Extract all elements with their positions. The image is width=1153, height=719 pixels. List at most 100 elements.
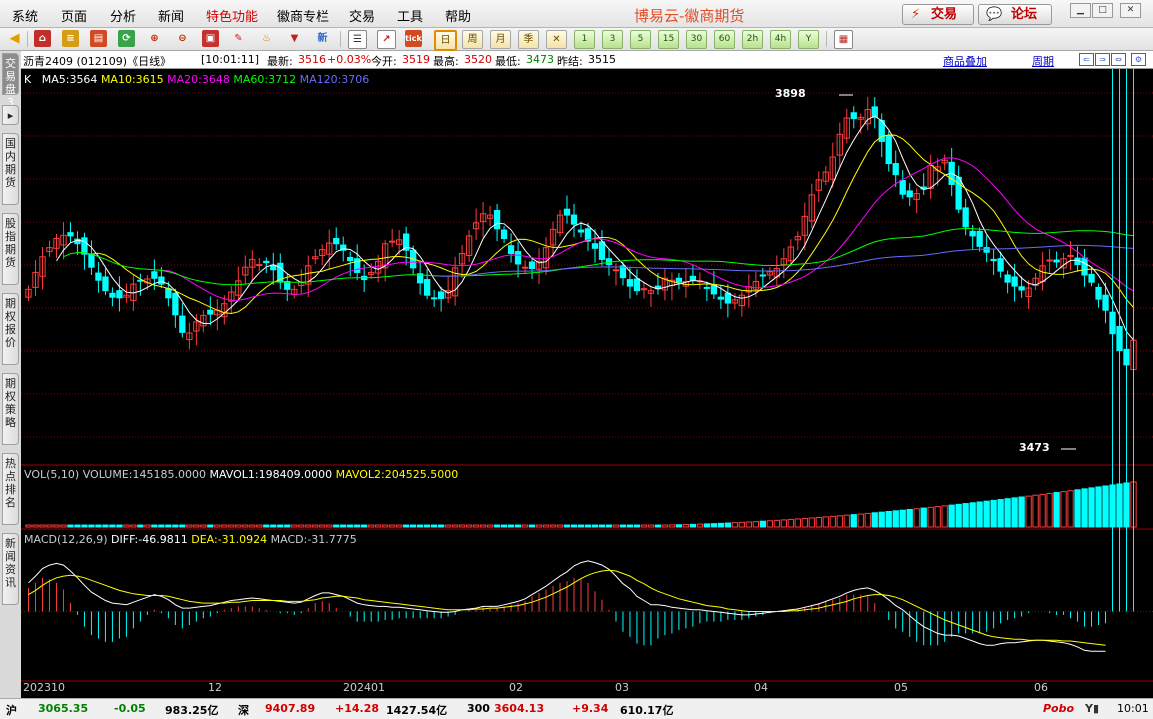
period-2h[interactable]: 2h xyxy=(742,30,763,49)
volume-bar xyxy=(123,524,130,528)
volume-bar xyxy=(423,524,431,528)
settings-icon[interactable]: ⚙ xyxy=(1131,53,1146,66)
period-x[interactable]: ✕ xyxy=(546,30,567,49)
period-3m[interactable]: 3 xyxy=(602,30,623,49)
menu-news[interactable]: 新闻 xyxy=(158,6,184,25)
period-quarter[interactable]: 季 xyxy=(518,30,539,49)
chart-icon[interactable]: ▤ xyxy=(90,30,107,47)
zoom-out-icon[interactable]: ⊖ xyxy=(174,30,191,47)
tab-option-strategy[interactable]: 期权策略 xyxy=(2,373,19,445)
grid-icon[interactable]: ▦ xyxy=(834,30,853,49)
back-arrow-icon[interactable]: ◀ xyxy=(6,30,23,47)
overlay-link[interactable]: 商品叠加 xyxy=(943,53,987,69)
tab-domestic-futures[interactable]: 国内期货 xyxy=(2,133,19,205)
macd-legend: MACD(12,26,9) DIFF:-46.9811 DEA:-31.0924… xyxy=(24,533,357,546)
candle-body xyxy=(1102,294,1109,311)
nav-swap-icon[interactable]: ⇔ xyxy=(1111,53,1126,66)
volume-bar xyxy=(235,524,242,528)
ma120-value: MA120:3706 xyxy=(299,73,370,86)
volume-bar xyxy=(682,524,690,528)
volume-bar xyxy=(689,523,697,528)
menu-tools[interactable]: 工具 xyxy=(397,6,423,25)
period-link[interactable]: 周期 xyxy=(1032,53,1054,69)
menu-page[interactable]: 页面 xyxy=(61,6,87,25)
tab-trade-panel[interactable]: 交易盘3 xyxy=(2,53,19,109)
ma60-value: MA60:3712 xyxy=(233,73,297,86)
candle-body xyxy=(976,230,983,247)
dea-value: DEA:-31.0924 xyxy=(191,533,268,546)
candle-body xyxy=(710,284,718,295)
mavol1-value: MAVOL1:198409.0000 xyxy=(209,468,333,481)
nav-right-icon[interactable]: ⇒ xyxy=(1095,53,1110,66)
volume-bar xyxy=(885,510,892,528)
volume-bar xyxy=(528,524,536,528)
volume-bar xyxy=(200,524,207,528)
tab-option-quotes[interactable]: 期权报价 xyxy=(2,293,19,365)
line-chart-icon[interactable]: ↗ xyxy=(377,30,396,49)
period-day[interactable]: 日 xyxy=(434,30,457,51)
minimize-button[interactable]: ▁ xyxy=(1070,3,1091,18)
menu-analysis[interactable]: 分析 xyxy=(110,6,136,25)
maximize-button[interactable]: □ xyxy=(1092,3,1113,18)
period-month[interactable]: 月 xyxy=(490,30,511,49)
prev-settle: 3515 xyxy=(588,53,616,66)
tab-news[interactable]: 新闻资讯 xyxy=(2,533,19,605)
trade-button[interactable]: ⚡ 交易 xyxy=(902,4,974,25)
volume-bar xyxy=(361,524,368,528)
xaxis-label: 04 xyxy=(754,681,768,694)
home-icon[interactable]: ⌂ xyxy=(34,30,51,47)
chart-area[interactable] xyxy=(21,51,1153,698)
bell-icon[interactable]: ♨ xyxy=(258,30,275,47)
period-1m[interactable]: 1 xyxy=(574,30,595,49)
candle-body xyxy=(256,264,263,267)
candle-body xyxy=(333,238,340,245)
period-5m[interactable]: 5 xyxy=(630,30,651,49)
volume-bar xyxy=(298,524,305,528)
menu-trade[interactable]: 交易 xyxy=(349,6,375,25)
volume-bar xyxy=(333,524,340,528)
menu-help[interactable]: 帮助 xyxy=(445,6,471,25)
refresh-icon[interactable]: ⟳ xyxy=(118,30,135,47)
volume-bar xyxy=(612,524,620,528)
menu-features[interactable]: 特色功能 xyxy=(206,6,258,25)
period-60m[interactable]: 60 xyxy=(714,30,735,49)
forum-button[interactable]: 💬 论坛 xyxy=(978,4,1052,25)
nav-left-icon[interactable]: ⇐ xyxy=(1079,53,1094,66)
candle-body xyxy=(717,296,725,300)
candle-body xyxy=(598,241,606,260)
pen-icon[interactable]: ✎ xyxy=(230,30,247,47)
volume-bar xyxy=(871,512,878,528)
zoom-in-icon[interactable]: ⊕ xyxy=(146,30,163,47)
filter-icon[interactable]: ▼ xyxy=(286,30,303,47)
close-button[interactable]: ✕ xyxy=(1120,3,1141,18)
candle-body xyxy=(892,163,899,176)
candle-body xyxy=(116,290,123,299)
period-30m[interactable]: 30 xyxy=(686,30,707,49)
period-week[interactable]: 周 xyxy=(462,30,483,49)
database-icon[interactable]: ≡ xyxy=(62,30,79,47)
brand-logo: Pobo xyxy=(1043,702,1075,715)
period-year[interactable]: Y xyxy=(798,30,819,49)
tick-icon[interactable]: tick xyxy=(405,30,422,47)
volume-bar xyxy=(507,524,515,528)
window-icon[interactable]: ▣ xyxy=(202,30,219,47)
tab-hot-ranking[interactable]: 热点排名 xyxy=(2,453,19,525)
hs300-change: +9.34 xyxy=(572,702,609,715)
volume-bar xyxy=(808,517,815,528)
period-4h[interactable]: 4h xyxy=(770,30,791,49)
volume-bar xyxy=(144,524,151,528)
period-15m[interactable]: 15 xyxy=(658,30,679,49)
new-icon[interactable]: 新 xyxy=(314,30,331,47)
candle-body xyxy=(500,229,508,240)
tab-index-futures[interactable]: 股指期货 xyxy=(2,213,19,285)
candle-body xyxy=(563,208,571,216)
volume-bar xyxy=(829,515,836,528)
candle-body xyxy=(102,276,109,292)
kline-chart[interactable] xyxy=(21,51,1153,698)
menu-system[interactable]: 系统 xyxy=(12,6,38,25)
menu-huishang[interactable]: 徽商专栏 xyxy=(277,6,329,25)
list-icon[interactable]: ☰ xyxy=(348,30,367,49)
candle-body xyxy=(983,247,990,253)
tab-collapse[interactable]: ▸ xyxy=(2,105,19,125)
volume-bar xyxy=(864,512,871,528)
